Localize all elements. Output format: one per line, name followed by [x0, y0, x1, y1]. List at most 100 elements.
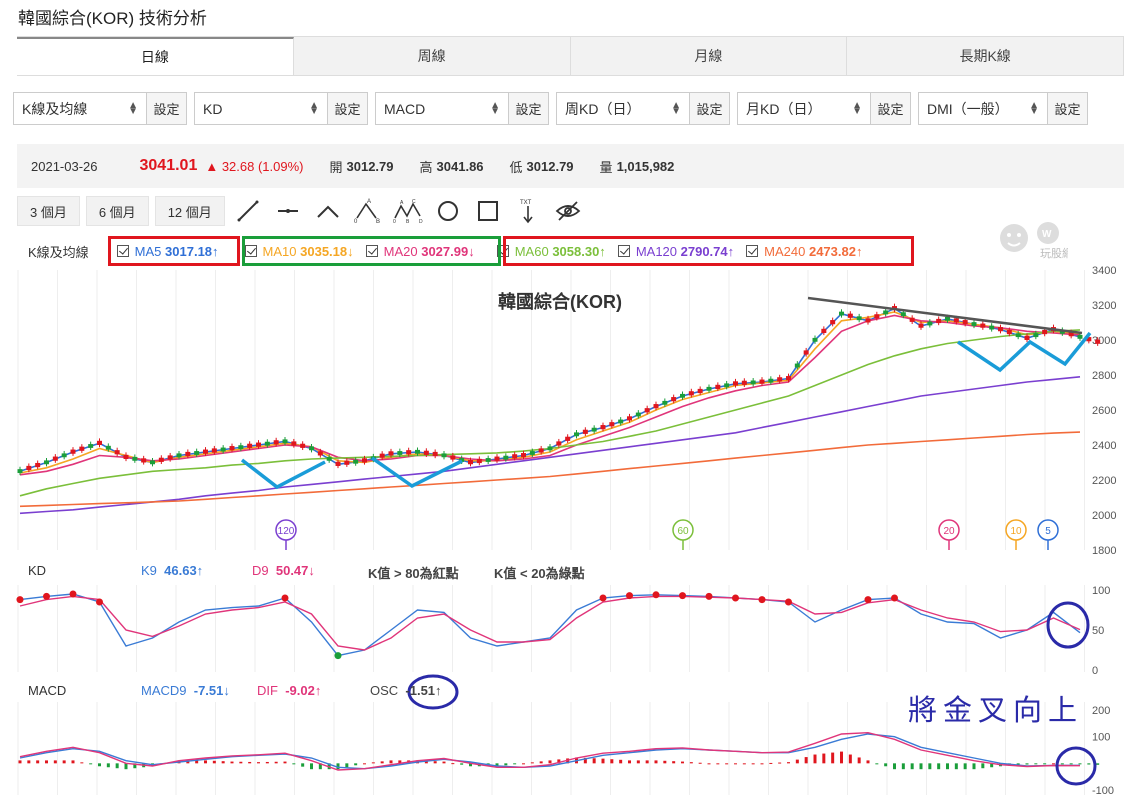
- osc-bar: [221, 761, 225, 764]
- candle-body: [35, 462, 41, 468]
- candle: [150, 457, 155, 467]
- osc-bar: [27, 760, 31, 764]
- osc-bar: [292, 763, 296, 765]
- osc-bar: [433, 761, 437, 764]
- osc-bar: [1043, 763, 1047, 765]
- macd-tick-label: 100: [1092, 732, 1110, 744]
- kd-overbought-dot: [69, 590, 77, 598]
- osc-bar: [451, 763, 455, 765]
- candle-body: [150, 460, 155, 465]
- candle-body: [1024, 335, 1030, 340]
- osc-bar: [901, 763, 905, 770]
- macd9-name: MACD9: [141, 683, 187, 698]
- candle-body: [17, 469, 23, 473]
- osc-bar: [636, 760, 640, 764]
- period-marker: 120: [275, 519, 297, 550]
- osc-bar: [822, 753, 826, 764]
- candle: [574, 429, 579, 439]
- candle: [565, 434, 571, 444]
- candle-body: [962, 320, 968, 325]
- osc-bar: [89, 763, 93, 765]
- candle-body: [158, 457, 164, 462]
- osc-bar: [681, 761, 684, 764]
- candle-body: [706, 386, 712, 391]
- candle-body: [247, 443, 253, 448]
- osc-bar: [840, 751, 843, 764]
- macd-tick-label: 200: [1092, 705, 1110, 717]
- chart-canvas[interactable]: 3400320030002800260024002200200018001005…: [0, 0, 1124, 795]
- candle-body: [503, 455, 509, 460]
- candle: [989, 323, 995, 332]
- osc-value: -1.51↑: [405, 683, 442, 698]
- osc-bar: [539, 761, 543, 764]
- candle: [927, 319, 933, 328]
- candle: [936, 316, 942, 326]
- candle: [582, 427, 588, 437]
- candle-body: [688, 391, 694, 396]
- y-tick-label: 3400: [1092, 265, 1116, 277]
- candle-body: [874, 314, 880, 319]
- osc-bar: [787, 762, 790, 764]
- candle-body: [591, 427, 597, 432]
- candle-body: [1095, 339, 1101, 344]
- candle: [35, 460, 41, 470]
- candle-body: [953, 318, 959, 323]
- kd-overbought-dot: [732, 594, 739, 602]
- kd-tick-label: 100: [1092, 585, 1110, 597]
- kd-overbought-dot: [96, 598, 103, 606]
- osc-bar: [106, 763, 110, 768]
- osc-bar: [910, 763, 914, 770]
- kd-overbought-dot: [679, 592, 686, 600]
- candle-body: [777, 377, 783, 382]
- candle-body: [671, 397, 677, 402]
- kd-line-D9: [19, 595, 1081, 651]
- candle-body: [379, 453, 385, 458]
- osc-bar: [831, 752, 835, 764]
- candle-body: [220, 447, 226, 452]
- candle-body: [335, 461, 341, 466]
- osc-bar: [274, 761, 278, 764]
- candle-body: [1006, 329, 1012, 335]
- candle: [750, 378, 756, 387]
- candle-body: [971, 322, 977, 326]
- osc-bar: [963, 763, 967, 770]
- candle-body: [485, 458, 491, 462]
- candle-body: [317, 451, 323, 456]
- candle-body: [79, 446, 85, 451]
- candle-body: [741, 380, 747, 385]
- osc-bar: [954, 763, 958, 770]
- candle-body: [388, 451, 394, 456]
- candle-body: [644, 408, 650, 413]
- candle: [856, 313, 862, 323]
- period-marker: 5: [1037, 519, 1059, 550]
- candle: [432, 449, 438, 459]
- candle-body: [194, 451, 200, 455]
- osc-bar: [265, 761, 269, 764]
- candle-body: [26, 465, 32, 471]
- candle-body: [927, 321, 933, 326]
- candle-body: [1015, 333, 1021, 338]
- osc-bar: [354, 763, 358, 766]
- marker-label: 10: [1010, 526, 1022, 537]
- candle-body: [945, 316, 950, 321]
- candle-body: [415, 449, 420, 454]
- osc-bar: [1060, 763, 1064, 765]
- macd9-label: MACD9 -7.51↓: [141, 683, 230, 698]
- osc-bar: [972, 763, 976, 770]
- candle-body: [565, 436, 571, 441]
- candle-body: [309, 446, 314, 451]
- candle-body: [980, 323, 986, 328]
- dif-label: DIF -9.02↑: [257, 683, 321, 698]
- candle: [591, 425, 597, 434]
- dif-name: DIF: [257, 683, 278, 698]
- osc-bar: [601, 758, 605, 764]
- kd-overbought-dot: [281, 594, 289, 602]
- candle-body: [998, 327, 1003, 332]
- candle: [998, 324, 1003, 334]
- candle-body: [344, 460, 350, 465]
- candle-body: [300, 443, 306, 448]
- candle-body: [291, 441, 297, 446]
- kd-overbought-dot: [864, 596, 872, 604]
- candle-body: [512, 454, 518, 459]
- y-tick-label: 1800: [1092, 545, 1116, 557]
